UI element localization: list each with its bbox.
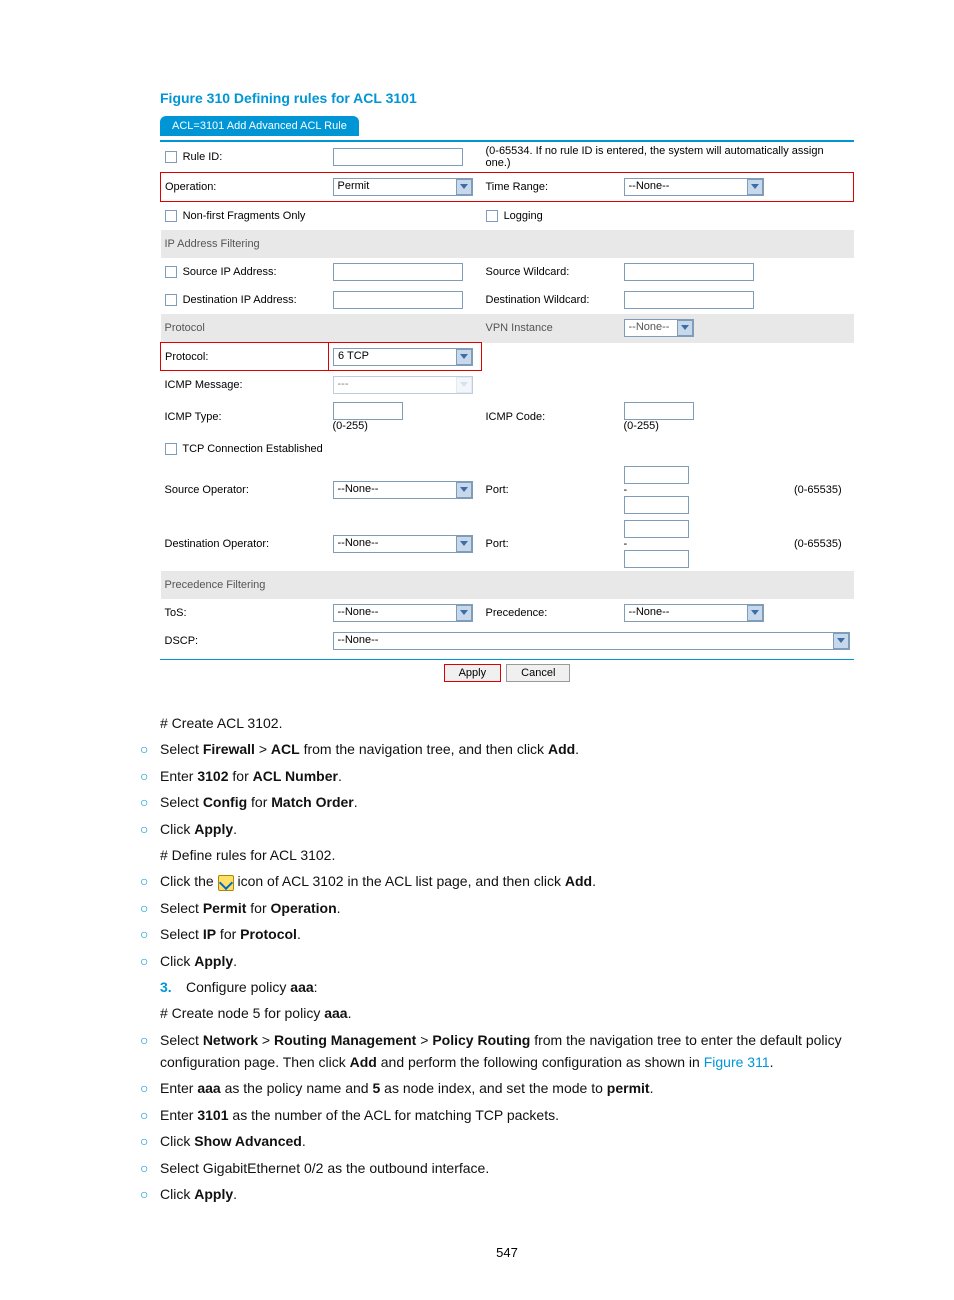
instr-line: ○Click Show Advanced. [160, 1130, 854, 1152]
instr-line: ○Select IP for Protocol. [160, 923, 854, 945]
icmp-code-input[interactable] [624, 402, 694, 420]
vpn-instance-label: VPN Instance [482, 314, 620, 343]
src-port-a-input[interactable] [624, 466, 689, 484]
non-first-fragments-label: Non-first Fragments Only [183, 210, 306, 222]
src-wildcard-input[interactable] [624, 263, 754, 281]
icmp-type-range: (0-255) [333, 420, 368, 432]
src-port-range: (0-65535) [790, 463, 854, 517]
instr-line: ○Click Apply. [160, 818, 854, 840]
dst-port-label: Port: [482, 517, 620, 571]
protocol-header: Protocol [161, 314, 482, 343]
protocol-label: Protocol: [161, 343, 329, 371]
apply-button[interactable]: Apply [444, 664, 502, 682]
tab-add-acl-rule[interactable]: ACL=3101 Add Advanced ACL Rule [160, 116, 359, 136]
dst-ip-label: Destination IP Address: [183, 294, 297, 306]
dst-port-b-input[interactable] [624, 550, 689, 568]
tab-bar: ACL=3101 Add Advanced ACL Rule [160, 116, 854, 142]
precedence-label: Precedence: [482, 599, 620, 627]
instr-line: # Create node 5 for policy aaa. [160, 1002, 854, 1024]
acl-form: Rule ID: (0-65534. If no rule ID is ente… [160, 142, 854, 655]
icmp-code-label: ICMP Code: [482, 399, 620, 435]
dscp-select[interactable]: --None-- [333, 632, 850, 650]
src-operator-label: Source Operator: [161, 463, 329, 517]
screenshot: ACL=3101 Add Advanced ACL Rule Rule ID: … [160, 116, 854, 682]
figure-311-link[interactable]: Figure 311 [704, 1054, 770, 1070]
src-port-b-input[interactable] [624, 496, 689, 514]
instr-line: ○Click Apply. [160, 1183, 854, 1205]
operation-label: Operation: [161, 173, 329, 202]
tcp-established-checkbox[interactable] [165, 443, 177, 455]
icmp-type-label: ICMP Type: [161, 399, 329, 435]
instr-line: ○Click Apply. [160, 950, 854, 972]
dst-operator-label: Destination Operator: [161, 517, 329, 571]
instr-line: ○Select Permit for Operation. [160, 897, 854, 919]
time-range-select[interactable]: --None-- [624, 178, 764, 196]
tos-label: ToS: [161, 599, 329, 627]
instr-line: ○Enter 3101 as the number of the ACL for… [160, 1104, 854, 1126]
icmp-msg-select: --- [333, 376, 473, 394]
instr-line: # Create ACL 3102. [160, 712, 854, 734]
tos-select[interactable]: --None-- [333, 604, 473, 622]
non-first-fragments-checkbox[interactable] [165, 210, 177, 222]
instr-line: ○Select Network > Routing Management > P… [160, 1029, 854, 1074]
dst-ip-checkbox[interactable] [165, 294, 177, 306]
instr-line: ○Select Firewall > ACL from the navigati… [160, 738, 854, 760]
rule-id-note: (0-65534. If no rule ID is entered, the … [482, 142, 854, 173]
icmp-code-range: (0-255) [624, 420, 659, 432]
instructions: # Create ACL 3102. ○Select Firewall > AC… [160, 712, 854, 1205]
figure-title: Figure 310 Defining rules for ACL 3101 [160, 90, 854, 106]
dst-port-a-input[interactable] [624, 520, 689, 538]
instr-line: # Define rules for ACL 3102. [160, 844, 854, 866]
precedence-header: Precedence Filtering [161, 571, 854, 599]
protocol-select[interactable]: 6 TCP [333, 348, 473, 366]
precedence-select[interactable]: --None-- [624, 604, 764, 622]
src-ip-input[interactable] [333, 263, 463, 281]
rule-id-checkbox[interactable] [165, 151, 177, 163]
src-ip-checkbox[interactable] [165, 266, 177, 278]
src-port-label: Port: [482, 463, 620, 517]
instr-line: ○Enter aaa as the policy name and 5 as n… [160, 1077, 854, 1099]
icmp-type-input[interactable] [333, 402, 403, 420]
icmp-msg-label: ICMP Message: [161, 371, 329, 400]
rule-id-label: Rule ID: [183, 151, 223, 163]
src-wildcard-label: Source Wildcard: [482, 258, 620, 286]
time-range-label: Time Range: [482, 173, 620, 202]
instr-line: ○Select GigabitEthernet 0/2 as the outbo… [160, 1157, 854, 1179]
instr-line: ○Select Config for Match Order. [160, 791, 854, 813]
tcp-established-label: TCP Connection Established [182, 443, 322, 455]
src-ip-label: Source IP Address: [183, 266, 277, 278]
edit-icon [218, 875, 234, 891]
cancel-button[interactable]: Cancel [506, 664, 570, 682]
vpn-instance-select[interactable]: --None-- [624, 319, 694, 337]
page-number: 547 [160, 1245, 854, 1260]
step-3: 3.Configure policy aaa: [186, 976, 854, 998]
src-operator-select[interactable]: --None-- [333, 481, 473, 499]
logging-checkbox[interactable] [486, 210, 498, 222]
dst-wildcard-label: Destination Wildcard: [482, 286, 620, 314]
rule-id-input[interactable] [333, 148, 463, 166]
dst-ip-input[interactable] [333, 291, 463, 309]
dst-port-range: (0-65535) [790, 517, 854, 571]
button-row: Apply Cancel [160, 659, 854, 682]
instr-line: ○Enter 3102 for ACL Number. [160, 765, 854, 787]
dscp-label: DSCP: [161, 627, 329, 655]
operation-select[interactable]: Permit [333, 178, 473, 196]
ip-filtering-header: IP Address Filtering [161, 230, 854, 258]
logging-label: Logging [504, 210, 543, 222]
dst-operator-select[interactable]: --None-- [333, 535, 473, 553]
instr-line: ○Click the icon of ACL 3102 in the ACL l… [160, 870, 854, 892]
dst-wildcard-input[interactable] [624, 291, 754, 309]
